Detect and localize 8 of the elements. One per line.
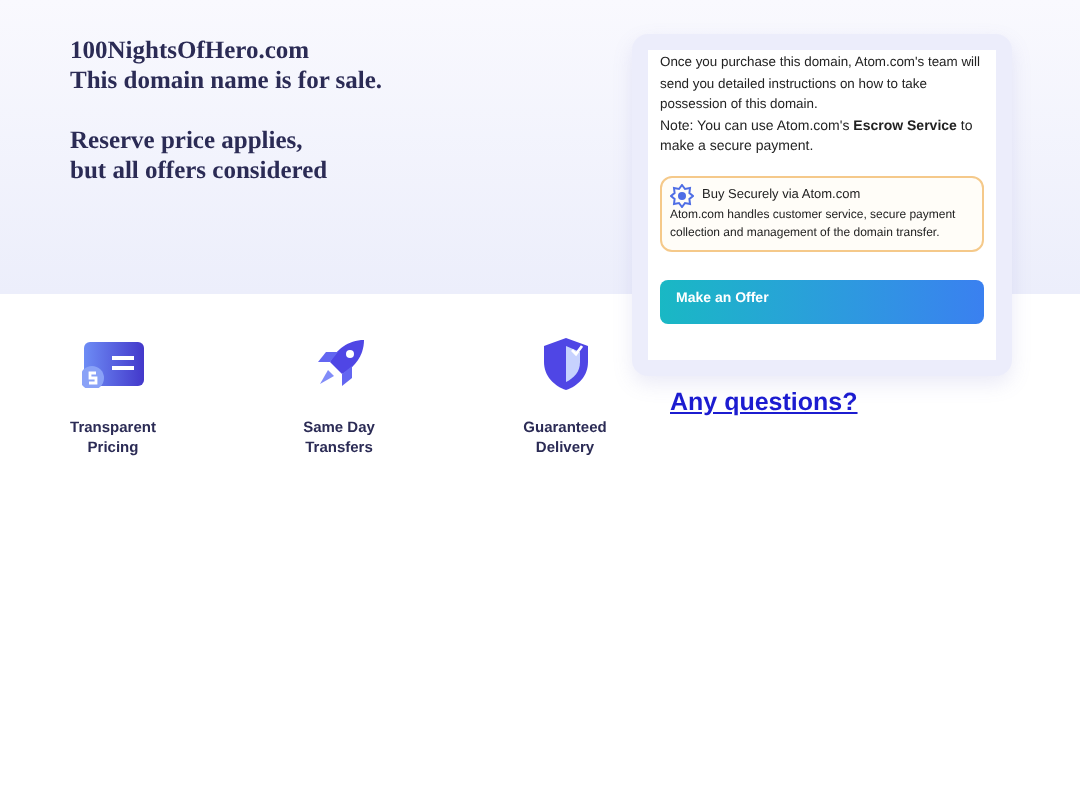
badge-icon — [670, 183, 694, 207]
reserve-text: Reserve price applies, — [70, 126, 303, 156]
questions-link[interactable]: Any questions? — [670, 384, 858, 422]
reserve-text: but all offers considered — [70, 156, 328, 186]
shield-icon — [541, 336, 589, 392]
price-card-icon — [81, 340, 145, 388]
domain-name: 100NightsOfHero.com — [70, 36, 310, 66]
sale-text: This domain name is for sale. — [70, 66, 383, 96]
